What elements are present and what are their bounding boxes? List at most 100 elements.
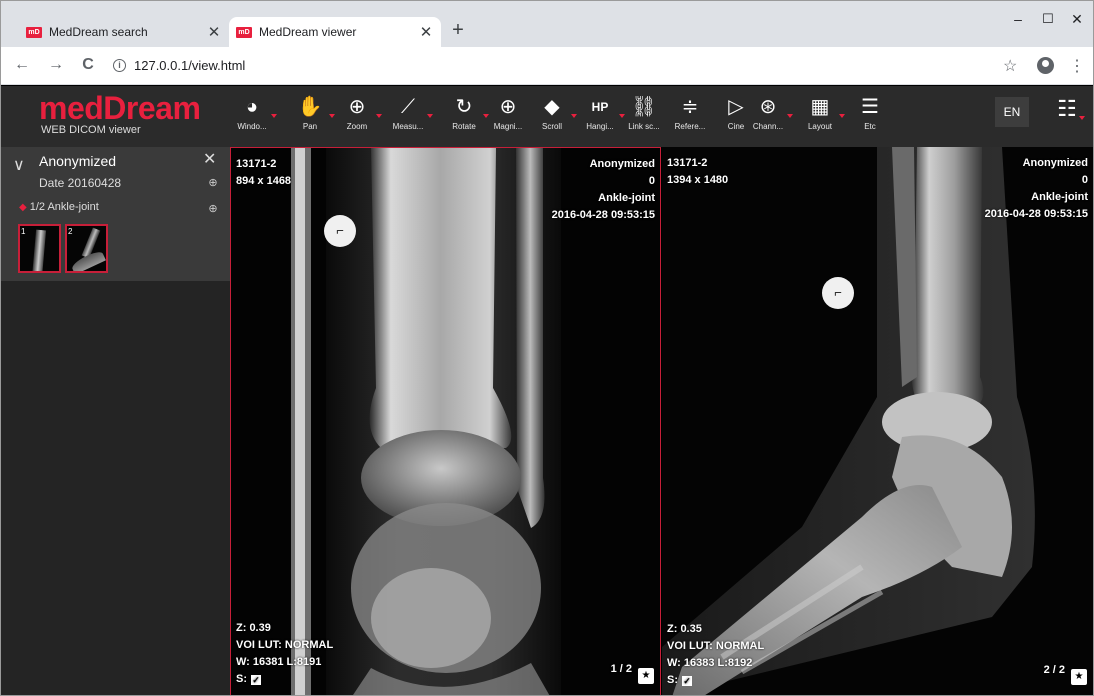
overlay-bottom-left: Z: 0.35 VOI LUT: NORMAL W: 16383 L:8192 … — [667, 621, 764, 689]
tool-zoom-button[interactable]: ⊕ Zoom — [334, 92, 382, 142]
tool-label: Etc — [864, 122, 876, 131]
close-tab-icon[interactable]: ✕ — [417, 23, 435, 41]
overlay-top-right: Anonymized 0 Ankle-joint 2016-04-28 09:5… — [552, 156, 655, 224]
sync-checkbox[interactable]: ✓ — [682, 676, 692, 686]
browser-window: mD MedDream search ✕ mD MedDream viewer … — [0, 0, 1094, 696]
bookmark-star-icon[interactable]: ☆ — [1003, 56, 1017, 76]
series-label[interactable]: ◆ 1/2 Ankle-joint — [19, 201, 99, 213]
patient-id: 0 — [1081, 174, 1088, 186]
sync-checkbox[interactable]: ✓ — [251, 675, 261, 685]
profile-avatar-icon[interactable] — [1037, 57, 1054, 74]
app-toolbar: medDream WEB DICOM viewer ◕ Windo... ✋ Pan ⊕… — [1, 86, 1093, 147]
site-info-icon[interactable]: i — [113, 59, 126, 72]
download-study-icon[interactable]: ⊕ — [206, 176, 220, 189]
series-thumbnail-2[interactable]: 2 — [65, 224, 108, 273]
study-datetime: 2016-04-28 09:53:15 — [551, 209, 655, 221]
meddream-favicon-icon: mD — [26, 26, 42, 38]
tool-label: Rotate — [452, 122, 476, 131]
orientation-marker-icon[interactable]: ⌐ — [822, 277, 854, 309]
dropdown-caret-icon[interactable] — [376, 114, 382, 118]
save-star-icon[interactable]: ★ — [1071, 669, 1087, 685]
xray-image-lateral-ankle — [662, 147, 1093, 695]
tool-menu-button[interactable]: ☰ Etc — [847, 92, 893, 142]
tool-magnifier-button[interactable]: ⊕ Magni... — [485, 92, 531, 142]
tool-label: Hangi... — [586, 122, 614, 131]
image-dimensions: 894 x 1468 — [236, 175, 292, 187]
tab-meddream-viewer[interactable]: mD MedDream viewer ✕ — [229, 17, 441, 47]
magnifier-icon: ⊕ — [499, 96, 517, 118]
dropdown-caret-icon[interactable] — [271, 114, 277, 118]
tool-channels-button[interactable]: ⊛ Chann... — [745, 92, 793, 142]
measure-icon: ⟋ — [401, 96, 415, 118]
window-close-button[interactable]: ✕ — [1067, 11, 1087, 28]
image-dimensions: 1394 x 1480 — [667, 174, 729, 186]
tool-scroll-layers-button[interactable]: ◆ Scroll — [529, 92, 577, 142]
tool-reference-lines-button[interactable]: ≑ Refere... — [667, 92, 713, 142]
back-button[interactable]: ← — [13, 56, 31, 74]
series-description: Ankle-joint — [1031, 191, 1088, 203]
sync-checkbox-row[interactable]: S: ✓ — [667, 672, 764, 689]
settings-sliders-button[interactable]: ☷ — [1047, 96, 1087, 130]
overlay-bottom-left: Z: 0.39 VOI LUT: NORMAL W: 16381 L:8191 … — [236, 620, 333, 688]
save-star-icon[interactable]: ★ — [638, 668, 654, 684]
dropdown-caret-icon[interactable] — [787, 114, 793, 118]
viewport-1[interactable]: ⌐ 13171-2 894 x 1468 Anonymized 0 Ankle-… — [230, 147, 661, 695]
patient-name: Anonymized — [39, 153, 117, 169]
window-level-icon: ◕ — [245, 96, 259, 118]
tool-link-scroll-button[interactable]: ⛓ Link sc... — [621, 92, 667, 142]
tab-title: MedDream viewer — [259, 25, 357, 39]
window-level: W: 16383 L:8192 — [667, 657, 753, 669]
rotate-icon: ↻ — [455, 96, 473, 118]
reload-button[interactable]: C — [79, 56, 97, 74]
dropdown-caret-icon[interactable] — [839, 114, 845, 118]
tool-layout-grid-button[interactable]: ▦ Layout — [797, 92, 845, 142]
url-field[interactable]: 127.0.0.1/view.html — [134, 58, 245, 73]
thumbnail-number: 1 — [21, 227, 26, 236]
meddream-logo: medDream — [39, 90, 201, 126]
orientation-marker-icon[interactable]: ⌐ — [324, 215, 356, 247]
series-description: Ankle-joint — [598, 192, 655, 204]
close-study-icon[interactable]: ✕ — [203, 149, 216, 169]
language-button[interactable]: EN — [995, 97, 1029, 127]
series-thumbnail-1[interactable]: 1 — [18, 224, 61, 273]
maximize-button[interactable]: ☐ — [1038, 11, 1058, 27]
thumbnail-image — [31, 229, 47, 271]
study-datetime: 2016-04-28 09:53:15 — [984, 208, 1088, 220]
tool-hanging-protocol-button[interactable]: HP Hangi... — [577, 92, 625, 142]
address-bar: ← → C i 127.0.0.1/view.html ☆ ⋮ — [1, 47, 1093, 85]
tab-bar: mD MedDream search ✕ mD MedDream viewer … — [1, 1, 1093, 47]
sync-label: S: — [236, 673, 247, 685]
study-date: Date 20160428 — [39, 176, 122, 190]
close-tab-icon[interactable]: ✕ — [205, 23, 223, 41]
sync-checkbox-row[interactable]: S: ✓ — [236, 671, 333, 688]
tool-label: Chann... — [752, 122, 784, 131]
browser-menu-icon[interactable]: ⋮ — [1069, 56, 1085, 76]
overlay-top-left: 13171-2 894 x 1468 — [236, 156, 291, 190]
tab-title: MedDream search — [49, 25, 148, 39]
series-label-text: 1/2 Ankle-joint — [29, 201, 99, 213]
channels-icon: ⊛ — [759, 96, 777, 118]
tool-label: Zoom — [346, 122, 368, 131]
tool-window-level-button[interactable]: ◕ Windo... — [229, 92, 277, 142]
patient-name: Anonymized — [589, 158, 655, 170]
collapse-chevron-icon[interactable]: ∨ — [13, 155, 25, 175]
link-scroll-icon: ⛓ — [631, 96, 657, 118]
forward-button[interactable]: → — [47, 56, 65, 74]
tool-label: Link sc... — [628, 122, 660, 131]
patient-name: Anonymized — [1022, 157, 1088, 169]
scroll-layers-icon: ◆ — [544, 96, 560, 118]
minimize-button[interactable]: – — [1008, 11, 1028, 27]
logo-subtitle: WEB DICOM viewer — [41, 124, 141, 136]
tool-pan-hand-button[interactable]: ✋ Pan — [287, 92, 335, 142]
tool-label: Layout — [807, 122, 833, 131]
study-id: 13171-2 — [667, 157, 708, 169]
download-series-icon[interactable]: ⊕ — [206, 202, 220, 215]
tool-rotate-button[interactable]: ↻ Rotate — [441, 92, 489, 142]
new-tab-button[interactable]: + — [447, 20, 469, 42]
viewport-2[interactable]: ⌐ 13171-2 1394 x 1480 Anonymized 0 Ankle… — [662, 147, 1093, 695]
tool-label: Pan — [302, 122, 318, 131]
dropdown-caret-icon[interactable] — [427, 114, 433, 118]
tool-measure-button[interactable]: ⟋ Measu... — [385, 92, 433, 142]
tab-meddream-search[interactable]: mD MedDream search ✕ — [19, 17, 229, 47]
sync-label: S: — [667, 674, 678, 686]
